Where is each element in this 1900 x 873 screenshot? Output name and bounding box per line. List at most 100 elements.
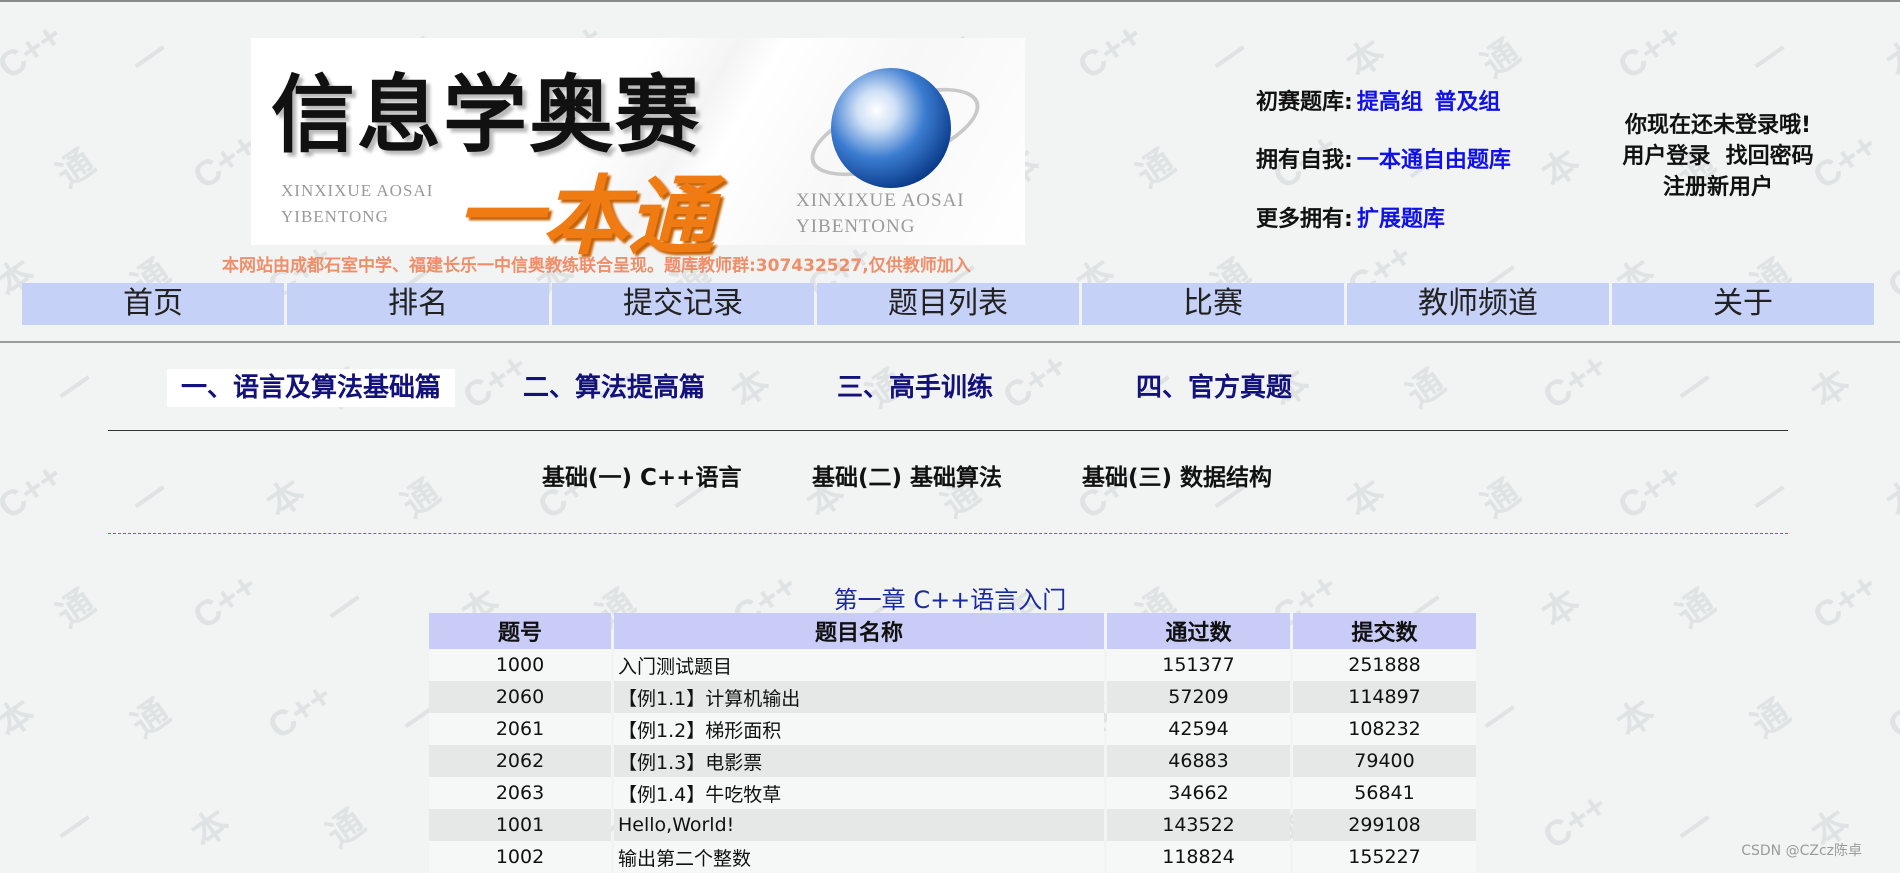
submitted-count: 79400 (1293, 745, 1476, 777)
problem-id: 2062 (429, 745, 611, 777)
problem-name-text[interactable]: Hello,World! (614, 814, 734, 836)
background-watermark-glyph: 本 (1879, 470, 1900, 526)
main-nav: 首页 排名 提交记录 题目列表 比赛 教师频道 关于 (22, 283, 1874, 325)
col-header-name: 题目名称 (614, 613, 1104, 649)
problem-name-text[interactable]: 输出第二个整数 (614, 848, 751, 870)
background-watermark-glyph: 通 (1474, 470, 1528, 526)
accepted-count: 34662 (1107, 777, 1290, 809)
nav-problem-list[interactable]: 题目列表 (817, 283, 1079, 325)
background-watermark-glyph: 通 (394, 470, 448, 526)
problem-id-text: 1001 (495, 814, 545, 836)
problem-name[interactable]: 【例1.4】牛吃牧草 (614, 777, 1104, 809)
recover-password-link[interactable]: 找回密码 (1726, 144, 1814, 169)
col-header-id: 题号 (429, 613, 611, 649)
background-watermark-glyph: 本 (1339, 30, 1393, 86)
section-divider (108, 430, 1788, 431)
table-row[interactable]: 2062 【例1.3】电影票 46883 79400 (429, 745, 1476, 777)
header-row-more: 更多拥有: 扩展题库 (1256, 201, 1445, 233)
background-watermark-glyph: 本 (724, 360, 778, 416)
table-row[interactable]: 2060 【例1.1】计算机输出 57209 114897 (429, 681, 1476, 713)
problem-name[interactable]: Hello,World! (614, 809, 1104, 841)
problem-name[interactable]: 输出第二个整数 (614, 841, 1104, 873)
background-watermark-glyph: C++ (995, 344, 1075, 417)
tab-basic-section[interactable]: 一、语言及算法基础篇 (167, 369, 456, 407)
login-status: 你现在还未登录哦! (1624, 113, 1812, 138)
register-link[interactable]: 注册新用户 (1663, 175, 1773, 200)
problem-name-text[interactable]: 入门测试题目 (614, 656, 732, 678)
submitted-count-text: 251888 (1348, 654, 1421, 676)
accepted-count-text: 46883 (1168, 750, 1229, 772)
background-watermark-glyph: C++ (0, 14, 70, 87)
nav-teacher-channel[interactable]: 教师频道 (1347, 283, 1609, 325)
submitted-count: 251888 (1293, 649, 1476, 681)
submitted-count-text: 114897 (1348, 686, 1421, 708)
background-watermark-glyph: C++ (1070, 14, 1150, 87)
problem-id-text: 2060 (495, 686, 545, 708)
problem-name[interactable]: 【例1.3】电影票 (614, 745, 1104, 777)
login-link[interactable]: 用户登录 (1622, 144, 1710, 169)
extended-bank-link[interactable]: 扩展题库 (1357, 207, 1445, 232)
nav-about[interactable]: 关于 (1612, 283, 1874, 325)
background-watermark-glyph: C++ (1535, 784, 1615, 857)
nav-submissions[interactable]: 提交记录 (552, 283, 814, 325)
header-row-self: 拥有自我: 一本通自由题库 (1256, 142, 1511, 174)
tab-advanced-section[interactable]: 二、算法提高篇 (509, 369, 719, 407)
accepted-count-text: 118824 (1162, 846, 1235, 868)
background-watermark-glyph: 一 (1204, 30, 1258, 86)
prelim-label: 初赛题库: (1256, 90, 1353, 115)
problem-name-text[interactable]: 【例1.4】牛吃牧草 (614, 784, 781, 806)
background-watermark-glyph: 一 (124, 30, 178, 86)
problem-name-text[interactable]: 【例1.1】计算机输出 (614, 688, 800, 710)
csdn-watermark: CSDN @CZcz陈卓 (1741, 843, 1862, 859)
background-watermark-glyph: 一 (49, 360, 103, 416)
background-watermark-glyph: C++ (0, 454, 70, 527)
chapter-title: 第一章 C++语言入门 (833, 586, 1067, 614)
problem-name-text[interactable]: 【例1.3】电影票 (614, 752, 762, 774)
table-row[interactable]: 1002 输出第二个整数 118824 155227 (429, 841, 1476, 873)
table-row[interactable]: 1001 Hello,World! 143522 299108 (429, 809, 1476, 841)
background-watermark-glyph: C++ (1880, 234, 1900, 307)
background-watermark-glyph: C++ (260, 674, 340, 747)
problem-name[interactable]: 【例1.2】梯形面积 (614, 713, 1104, 745)
problem-name[interactable]: 入门测试题目 (614, 649, 1104, 681)
problem-id-text: 2062 (495, 750, 545, 772)
background-watermark-glyph: 一 (1744, 30, 1798, 86)
subtab-data-structures[interactable]: 基础(三) 数据结构 (1082, 458, 1272, 492)
prelim-advanced-link[interactable]: 提高组 (1357, 90, 1423, 115)
table-row[interactable]: 1000 入门测试题目 151377 251888 (429, 649, 1476, 681)
table-row[interactable]: 2061 【例1.2】梯形面积 42594 108232 (429, 713, 1476, 745)
accepted-count: 42594 (1107, 713, 1290, 745)
accepted-count: 118824 (1107, 841, 1290, 873)
submitted-count: 108232 (1293, 713, 1476, 745)
background-watermark-glyph: C++ (1610, 454, 1690, 527)
tab-expert-training[interactable]: 三、高手训练 (823, 369, 1007, 407)
table-row[interactable]: 2063 【例1.4】牛吃牧草 34662 56841 (429, 777, 1476, 809)
subtab-divider (108, 533, 1788, 534)
tab-official-problems[interactable]: 四、官方真题 (1122, 369, 1306, 407)
nav-divider (0, 341, 1900, 343)
submitted-count: 114897 (1293, 681, 1476, 713)
background-watermark-glyph: 一 (1669, 800, 1723, 856)
background-watermark-glyph: 一 (1744, 470, 1798, 526)
problem-name[interactable]: 【例1.1】计算机输出 (614, 681, 1104, 713)
nav-ranking[interactable]: 排名 (287, 283, 549, 325)
self-label: 拥有自我: (1256, 148, 1353, 173)
subtab-basic-algorithms[interactable]: 基础(二) 基础算法 (812, 458, 1002, 492)
free-bank-link[interactable]: 一本通自由题库 (1357, 148, 1511, 173)
subtab-cpp-language[interactable]: 基础(一) C++语言 (542, 458, 741, 492)
accepted-count-text: 57209 (1168, 686, 1229, 708)
nav-home[interactable]: 首页 (22, 283, 284, 325)
site-banner: 信息学奥赛 一本通 XINXIXUE AOSAI YIBENTONG XINXI… (251, 38, 1025, 267)
background-watermark-glyph: 本 (1339, 470, 1393, 526)
prelim-popular-link[interactable]: 普及组 (1435, 90, 1501, 115)
background-watermark-glyph: C++ (1880, 674, 1900, 747)
background-watermark-glyph: 本 (1534, 140, 1588, 196)
nav-contests[interactable]: 比赛 (1082, 283, 1344, 325)
submitted-count: 299108 (1293, 809, 1476, 841)
background-watermark-glyph: 通 (49, 140, 103, 196)
background-watermark-glyph: C++ (1610, 14, 1690, 87)
problem-name-text[interactable]: 【例1.2】梯形面积 (614, 720, 781, 742)
problem-id: 2063 (429, 777, 611, 809)
submitted-count: 155227 (1293, 841, 1476, 873)
accepted-count-text: 34662 (1168, 782, 1229, 804)
